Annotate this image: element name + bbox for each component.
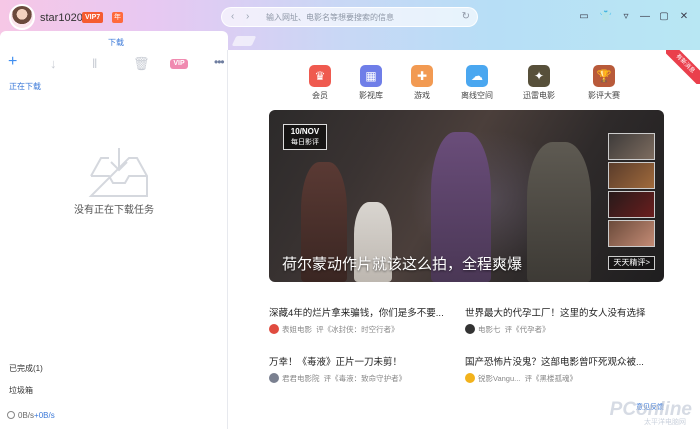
crown-icon: ♛: [309, 65, 331, 87]
title-bar: star1020 VIP7 年 ‹ › ↻ ▭ 👕 ▿ — ▢ ✕ 下载: [0, 0, 700, 50]
film-icon: ▦: [360, 65, 382, 87]
start-download-icon[interactable]: ↓: [50, 57, 57, 71]
avatar[interactable]: [9, 4, 35, 30]
cloud-icon: ☁: [466, 65, 488, 87]
article-item[interactable]: 国产恐怖片没鬼？这部电影曾吓死观众被... 锐影Vangu... 评《黑楼孤魂》: [465, 354, 655, 384]
refresh-icon[interactable]: ↻: [462, 11, 470, 22]
thumbnail[interactable]: [608, 133, 655, 160]
banner-figure: [527, 142, 591, 282]
app-review-contest[interactable]: 🏆 影评大赛: [580, 65, 628, 101]
banner-title[interactable]: 荷尔蒙动作片就该这么拍，全程爽爆: [282, 253, 522, 274]
speed-indicator: 0B/s+0B/s: [7, 411, 55, 420]
author-avatar: [465, 324, 475, 334]
pause-icon[interactable]: ‖: [92, 57, 97, 71]
corner-ribbon[interactable]: 有新消息: [666, 50, 700, 84]
article-item[interactable]: 深藏4年的烂片拿来骗钱，你们是多不要... 表姐电影 评《冰封侠：时空行者》: [269, 305, 459, 335]
vip-level-badge[interactable]: VIP7: [82, 12, 104, 23]
empty-inbox-icon: [88, 148, 148, 197]
address-bar[interactable]: ‹ › ↻: [221, 7, 478, 27]
new-tab-button[interactable]: [231, 36, 257, 46]
content-panel: 有新消息 ♛ 会员 ▦ 影视库 ✚ 游戏 ☁ 离线空间 ✦ 迅雷电影 🏆 影评大…: [229, 50, 700, 429]
watermark-subtitle: 太平洋电脑网: [644, 419, 686, 426]
empty-message: 没有正在下载任务: [74, 205, 154, 216]
download-panel: + ↓ ‖ 🗑 VIP ••• 正在下载 没有正在下载任务 已完成(1) 垃圾箱…: [0, 50, 228, 429]
app-games[interactable]: ✚ 游戏: [398, 65, 446, 101]
thumbnail[interactable]: [608, 220, 655, 247]
trophy-icon: 🏆: [593, 65, 615, 87]
forward-arrow-icon[interactable]: ›: [246, 11, 249, 22]
username[interactable]: star1020: [40, 12, 83, 24]
featured-banner[interactable]: 10/NOV 每日影评 荷尔蒙动作片就该这么拍，全程爽爆 天天精评>: [269, 110, 664, 282]
app-offline-space[interactable]: ☁ 离线空间: [453, 65, 501, 101]
app-film-library[interactable]: ▦ 影视库: [347, 65, 395, 101]
trash-category[interactable]: 垃圾箱: [9, 385, 33, 396]
minimize-icon[interactable]: —: [637, 9, 653, 25]
screen-icon[interactable]: ▭: [576, 9, 592, 25]
close-icon[interactable]: ✕: [676, 9, 692, 25]
daily-review-tag: 10/NOV 每日影评: [283, 124, 327, 150]
download-speed: 0B/s: [18, 411, 35, 420]
tab-download-label[interactable]: 下载: [108, 37, 124, 48]
downloading-category[interactable]: 正在下载: [9, 81, 41, 92]
more-reviews-button[interactable]: 天天精评>: [608, 256, 655, 270]
maximize-icon[interactable]: ▢: [656, 9, 672, 25]
upload-speed: +0B/s: [34, 411, 55, 420]
more-icon[interactable]: •••: [214, 55, 225, 69]
article-item[interactable]: 万幸！《毒液》正片一刀未剪！ 君君电影院 评《毒液：致命守护者》: [269, 354, 459, 384]
thumbnail[interactable]: [608, 162, 655, 189]
article-item[interactable]: 世界最大的代孕工厂！这里的女人没有选择 电影七 评《代孕者》: [465, 305, 655, 335]
thumbnail[interactable]: [608, 191, 655, 218]
add-task-icon[interactable]: +: [8, 54, 17, 70]
author-avatar: [269, 324, 279, 334]
skin-shirt-icon[interactable]: 👕: [598, 9, 614, 25]
delete-icon[interactable]: 🗑: [133, 57, 150, 71]
author-avatar: [269, 373, 279, 383]
bird-icon: ✦: [528, 65, 550, 87]
banner-thumbnails: [608, 133, 655, 249]
clock-icon: [7, 411, 15, 419]
app-xunlei-movie[interactable]: ✦ 迅雷电影: [515, 65, 563, 101]
app-member[interactable]: ♛ 会员: [296, 65, 344, 101]
address-input[interactable]: [266, 10, 456, 25]
gamepad-icon: ✚: [411, 65, 433, 87]
completed-category[interactable]: 已完成(1): [9, 363, 43, 374]
author-avatar: [465, 373, 475, 383]
menu-icon[interactable]: ▿: [618, 9, 634, 25]
vip-accelerate-button[interactable]: VIP: [170, 59, 188, 69]
annual-member-badge: 年: [112, 12, 123, 23]
back-arrow-icon[interactable]: ‹: [231, 11, 234, 22]
